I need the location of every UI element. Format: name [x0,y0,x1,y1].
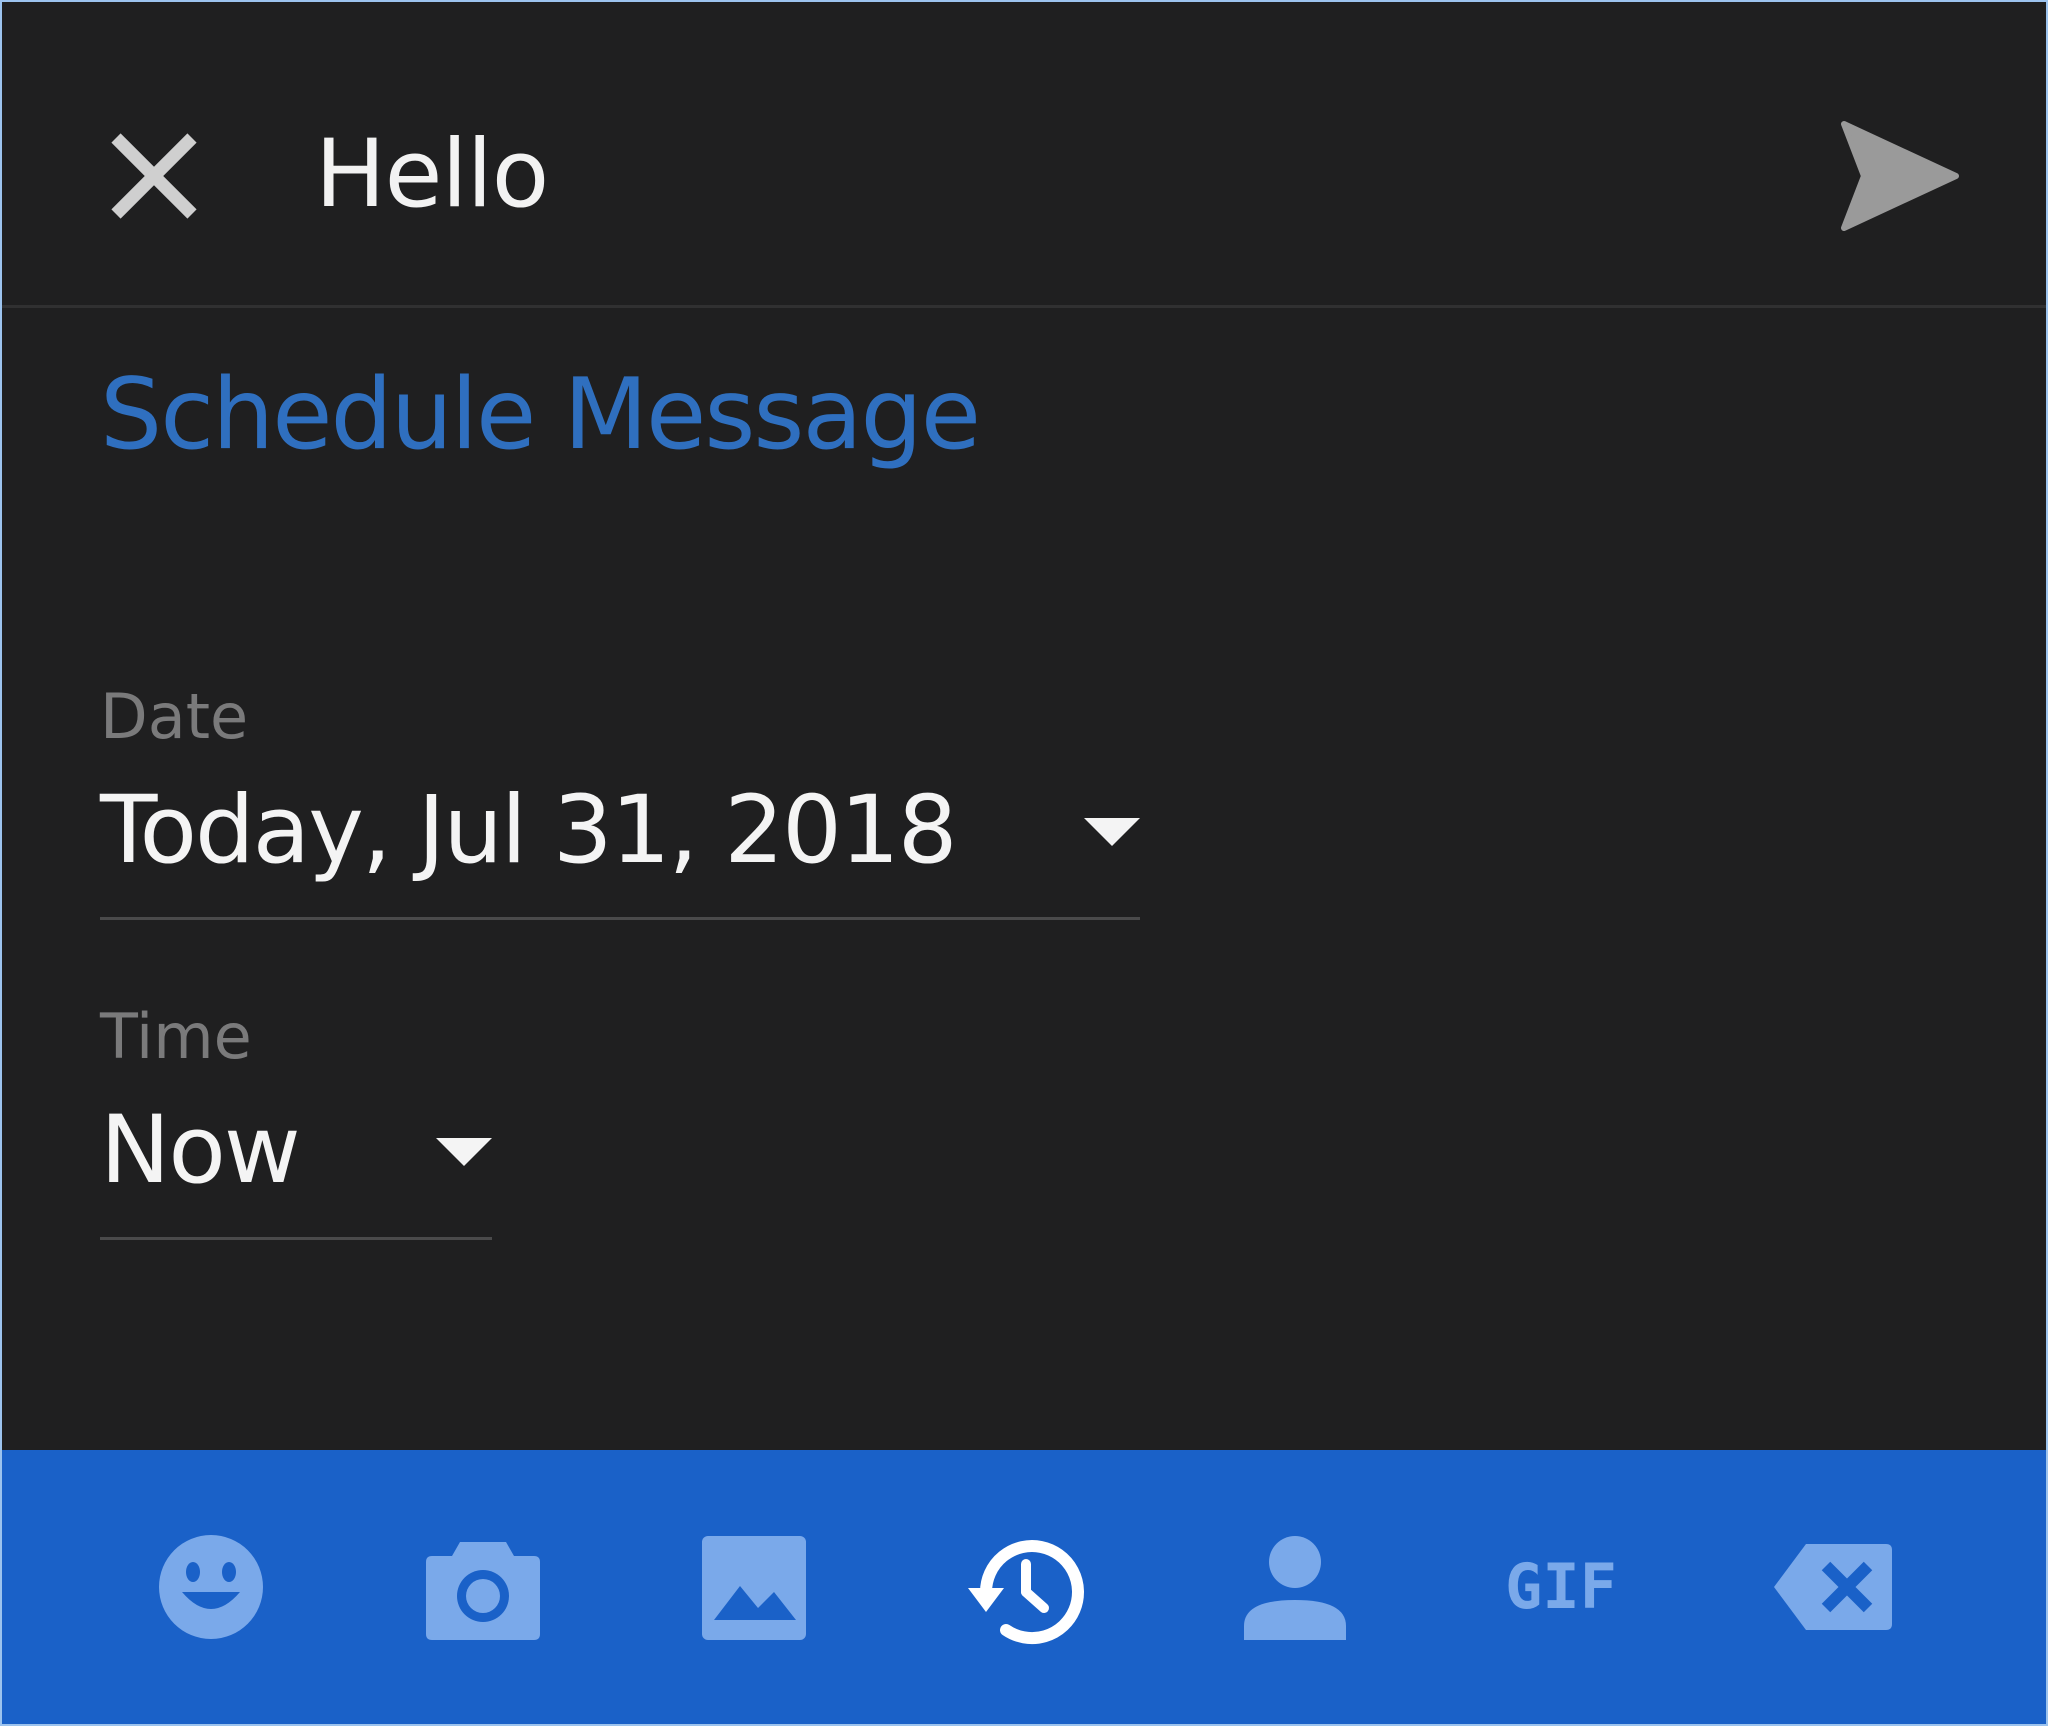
gif-label: GIF [1505,1550,1617,1623]
gif-button[interactable]: GIF [1496,1522,1626,1652]
date-dropdown[interactable]: Today, Jul 31, 2018 [100,772,1140,920]
attachment-toolbar: GIF [2,1450,2046,1724]
gallery-button[interactable] [690,1522,820,1652]
date-value: Today, Jul 31, 2018 [100,776,958,885]
header-bar: Hello [2,2,2046,308]
time-label: Time [100,1000,252,1073]
send-icon [1841,121,1959,231]
time-dropdown[interactable]: Now [100,1092,492,1240]
date-label: Date [100,680,249,753]
emoji-icon [159,1535,263,1639]
gallery-icon [702,1536,806,1640]
contact-icon [1244,1536,1346,1640]
camera-icon [426,1542,540,1640]
close-icon [111,133,197,219]
dropdown-arrow-icon [436,1138,492,1166]
dropdown-arrow-icon [1084,818,1140,846]
schedule-button[interactable] [956,1522,1086,1652]
send-button[interactable] [1838,118,1962,234]
camera-button[interactable] [418,1522,548,1652]
close-button[interactable] [104,126,204,226]
schedule-history-icon [968,1540,1084,1645]
time-value: Now [100,1096,301,1205]
contact-button[interactable] [1230,1522,1360,1652]
backspace-button[interactable] [1768,1522,1898,1652]
gif-icon: GIF [1505,1550,1617,1623]
schedule-message-title: Schedule Message [100,358,981,472]
backspace-icon [1774,1544,1892,1630]
emoji-button[interactable] [146,1522,276,1652]
schedule-message-screen: Hello Schedule Message Date Today, Jul 3… [0,0,2048,1726]
message-text[interactable]: Hello [315,128,549,222]
